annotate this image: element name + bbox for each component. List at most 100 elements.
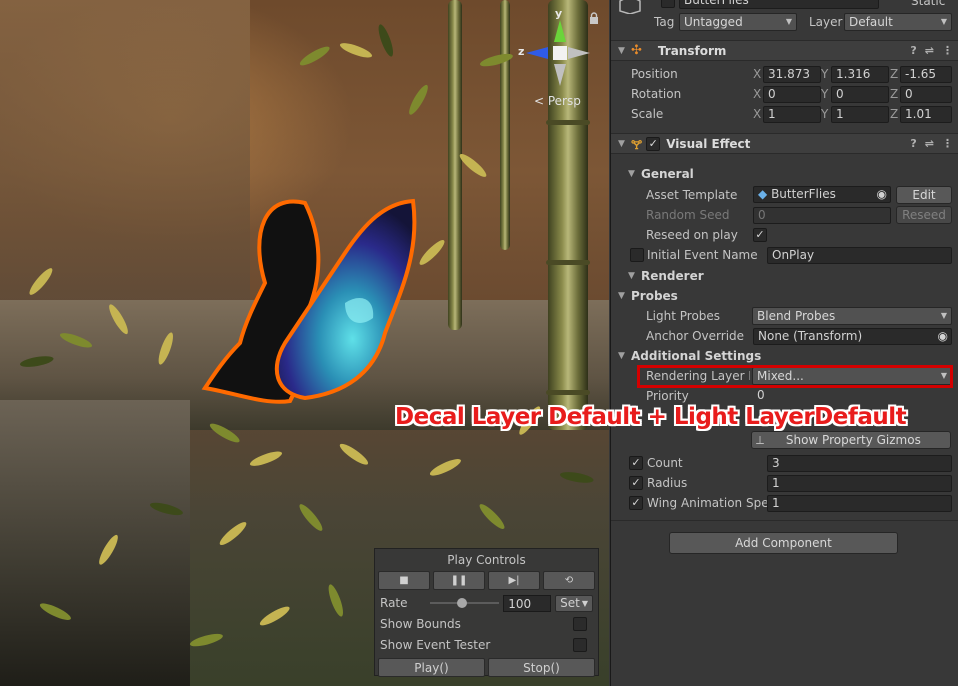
gizmos-row: ⟂ Show Property Gizmos <box>611 430 958 450</box>
orientation-gizmo[interactable]: y z <box>518 7 598 93</box>
probes-section[interactable]: ▼ Probes <box>611 286 958 306</box>
axis-z-label[interactable]: Z <box>890 87 898 101</box>
foldout-arrow-icon: ▼ <box>628 271 635 281</box>
active-checkbox[interactable] <box>661 0 675 8</box>
context-menu-icon[interactable]: ⋮ <box>942 137 953 150</box>
preset-icon[interactable]: ⇌ <box>925 44 934 57</box>
vfx-component-icon: 🝖 <box>631 138 643 152</box>
rate-label: Rate <box>380 596 408 610</box>
renderer-section[interactable]: ▼ Renderer <box>611 266 958 286</box>
radius-override-checkbox[interactable]: ✓ <box>629 476 643 490</box>
axis-y-label[interactable]: Y <box>821 107 828 121</box>
asset-template-field[interactable]: ◆ ButterFlies ◉ <box>753 186 891 203</box>
restart-icon-button[interactable]: ⟲ <box>543 571 595 590</box>
axis-y-label[interactable]: Y <box>821 67 828 81</box>
rate-input[interactable]: 100 <box>503 594 552 612</box>
scale-row: Scale X 1 Y 1 Z 1.01 <box>611 104 958 124</box>
scale-z-field[interactable]: 1.01 <box>900 106 952 123</box>
preset-icon[interactable]: ⇌ <box>925 137 934 150</box>
priority-field[interactable]: 0 <box>753 388 952 405</box>
gizmo-z-label: z <box>518 45 525 58</box>
general-section[interactable]: ▼ General <box>611 164 958 184</box>
foldout-arrow-icon: ▼ <box>628 169 635 179</box>
help-icon[interactable]: ? <box>910 44 916 57</box>
count-row: ✓ Count 3 <box>611 453 958 473</box>
visual-effect-header[interactable]: ▼ 🝖 ✓ Visual Effect ? ⇌ ⋮ <box>611 133 958 154</box>
annotation-text: Decal Layer Default + Light LayerDefault <box>395 404 907 430</box>
transform-header[interactable]: ▼ ✣ Transform ? ⇌ ⋮ <box>611 40 958 61</box>
object-picker-icon[interactable]: ◉ <box>877 187 887 202</box>
initial-event-checkbox[interactable] <box>630 248 644 262</box>
scale-y-field[interactable]: 1 <box>831 106 889 123</box>
axis-z-label[interactable]: Z <box>890 107 898 121</box>
axis-y-label[interactable]: Y <box>821 87 828 101</box>
axis-x-label[interactable]: X <box>753 67 761 81</box>
wing-override-checkbox[interactable]: ✓ <box>629 496 643 510</box>
axis-x-label[interactable]: X <box>753 107 761 121</box>
add-component-button[interactable]: Add Component <box>669 532 898 554</box>
rate-slider[interactable] <box>429 596 500 610</box>
anchor-override-field[interactable]: None (Transform) ◉ <box>753 328 952 345</box>
probes-title: Probes <box>631 289 678 303</box>
visual-effect-enabled-checkbox[interactable]: ✓ <box>646 136 661 151</box>
light-probes-dropdown[interactable]: Blend Probes ▼ <box>752 307 952 325</box>
radius-row: ✓ Radius 1 <box>611 473 958 493</box>
reseed-button[interactable]: Reseed <box>896 206 952 224</box>
tag-label: Tag <box>654 15 675 29</box>
step-icon-button[interactable]: ▶| <box>488 571 540 590</box>
additional-settings-section[interactable]: ▼ Additional Settings <box>611 346 958 366</box>
axis-z-label[interactable]: Z <box>890 67 898 81</box>
random-seed-field[interactable]: 0 <box>753 207 891 224</box>
rotation-z-field[interactable]: 0 <box>900 86 952 103</box>
context-menu-icon[interactable]: ⋮ <box>942 44 953 57</box>
count-label: Count <box>647 456 683 470</box>
edit-button[interactable]: Edit <box>896 186 952 204</box>
radius-field[interactable]: 1 <box>767 475 952 492</box>
position-y-field[interactable]: 1.316 <box>831 66 889 83</box>
initial-event-row: Initial Event Name OnPlay <box>611 245 958 265</box>
visual-effect-title: Visual Effect <box>666 136 751 151</box>
show-property-gizmos-button[interactable]: ⟂ Show Property Gizmos <box>751 431 951 449</box>
object-name-field[interactable]: ButterFlies <box>679 0 879 9</box>
count-override-checkbox[interactable]: ✓ <box>629 456 643 470</box>
rotation-row: Rotation X 0 Y 0 Z 0 <box>611 84 958 104</box>
object-header: ButterFlies Static <box>611 0 958 14</box>
anchor-override-label: Anchor Override <box>646 329 745 343</box>
bamboo-stalk <box>448 0 462 330</box>
show-bounds-label: Show Bounds <box>380 617 461 631</box>
position-label: Position <box>631 67 678 81</box>
show-event-tester-checkbox[interactable] <box>573 638 587 652</box>
static-label[interactable]: Static <box>911 0 945 8</box>
asset-template-row: Asset Template ◆ ButterFlies ◉ Edit <box>611 185 958 205</box>
object-picker-icon[interactable]: ◉ <box>938 329 948 344</box>
pause-icon-button[interactable]: ❚❚ <box>433 571 485 590</box>
initial-event-field[interactable]: OnPlay <box>767 247 952 264</box>
help-icon[interactable]: ? <box>910 137 916 150</box>
general-title: General <box>641 167 694 181</box>
rotation-y-field[interactable]: 0 <box>831 86 889 103</box>
stop-button[interactable]: Stop() <box>488 658 595 677</box>
gizmo-icon <box>526 20 590 86</box>
layer-dropdown[interactable]: Default ▼ <box>844 13 952 31</box>
reseed-on-play-checkbox[interactable]: ✓ <box>753 228 767 242</box>
wing-animation-field[interactable]: 1 <box>767 495 952 512</box>
wing-animation-label: Wing Animation Spee <box>647 496 767 510</box>
rotation-x-field[interactable]: 0 <box>763 86 821 103</box>
show-bounds-checkbox[interactable] <box>573 617 587 631</box>
anchor-override-value: None (Transform) <box>758 329 863 343</box>
count-field[interactable]: 3 <box>767 455 952 472</box>
position-z-field[interactable]: -1.65 <box>900 66 952 83</box>
lock-icon[interactable] <box>589 12 599 24</box>
scene-view[interactable]: y z < Persp Play Controls ■ ❚❚ ▶| ⟲ Rate… <box>0 0 609 686</box>
scale-x-field[interactable]: 1 <box>763 106 821 123</box>
asset-template-value: ButterFlies <box>771 187 836 201</box>
play-button[interactable]: Play() <box>378 658 485 677</box>
set-dropdown[interactable]: Set ▼ <box>555 594 593 612</box>
rate-slider-thumb[interactable] <box>456 598 467 608</box>
tag-dropdown[interactable]: Untagged ▼ <box>679 13 797 31</box>
perspective-label[interactable]: < Persp <box>534 94 581 108</box>
butterfly-object[interactable] <box>195 193 430 413</box>
axis-x-label[interactable]: X <box>753 87 761 101</box>
position-x-field[interactable]: 31.873 <box>763 66 821 83</box>
stop-icon-button[interactable]: ■ <box>378 571 430 590</box>
